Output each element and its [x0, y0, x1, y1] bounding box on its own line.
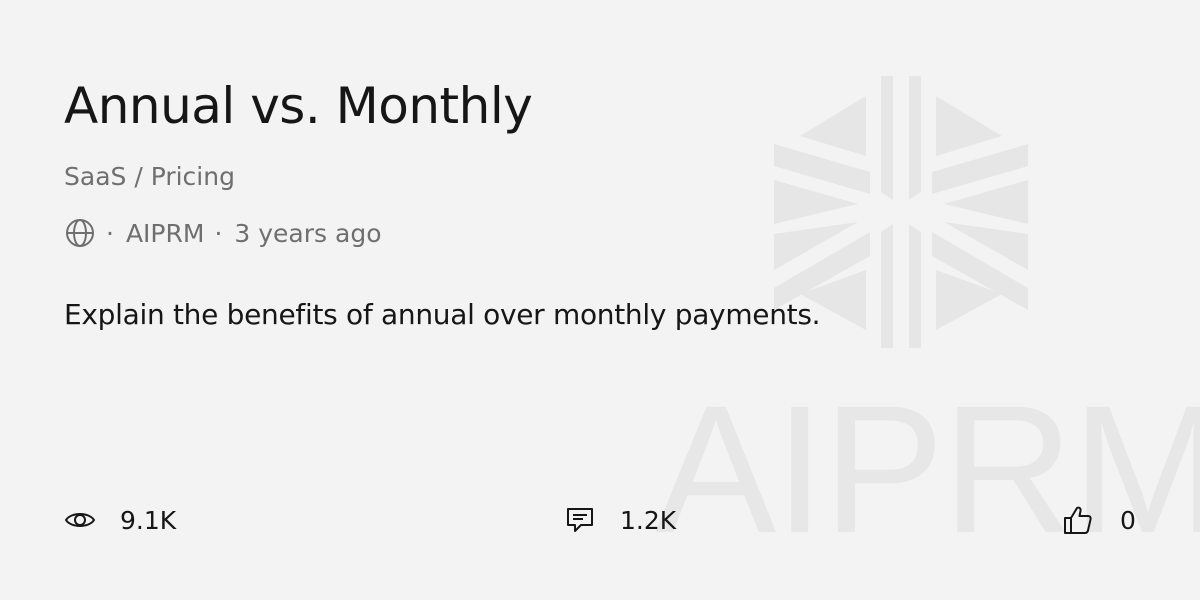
likes-count: 0 [1120, 505, 1136, 535]
views-stat: 9.1K [64, 500, 176, 540]
comments-stat: 1.2K [564, 500, 676, 540]
comments-count: 1.2K [620, 505, 677, 535]
globe-icon [64, 217, 96, 249]
likes-stat[interactable]: 0 [1062, 500, 1136, 540]
author-name[interactable]: AIPRM [126, 219, 205, 248]
comment-icon [564, 504, 596, 536]
category-breadcrumb[interactable]: SaaS / Pricing [64, 160, 235, 194]
meta-separator: · [214, 218, 223, 248]
prompt-card: AIPRM Annual vs. Monthly SaaS / Pricing … [0, 0, 1200, 600]
prompt-description: Explain the benefits of annual over mont… [64, 298, 821, 331]
prompt-age: 3 years ago [234, 218, 382, 248]
views-count: 9.1K [120, 505, 177, 535]
thumbs-up-icon[interactable] [1062, 504, 1094, 536]
meta-separator: · [106, 218, 114, 248]
eye-icon [64, 504, 96, 536]
meta-row: · AIPRM · 3 years ago [64, 216, 382, 250]
page-title: Annual vs. Monthly [64, 77, 533, 135]
